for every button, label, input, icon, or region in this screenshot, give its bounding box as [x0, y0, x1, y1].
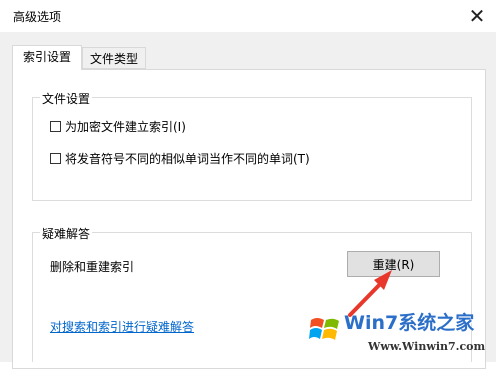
watermark-url: Www.Winwin7.com: [368, 340, 486, 353]
tab-index-settings[interactable]: 索引设置: [12, 45, 82, 70]
watermark: Win7系统之家 Www.Winwin7.com: [298, 292, 496, 362]
tab-index-settings-label: 索引设置: [22, 50, 71, 64]
watermark-brand: Win7系统之家: [344, 312, 475, 334]
windows-logo-icon: [309, 318, 339, 340]
